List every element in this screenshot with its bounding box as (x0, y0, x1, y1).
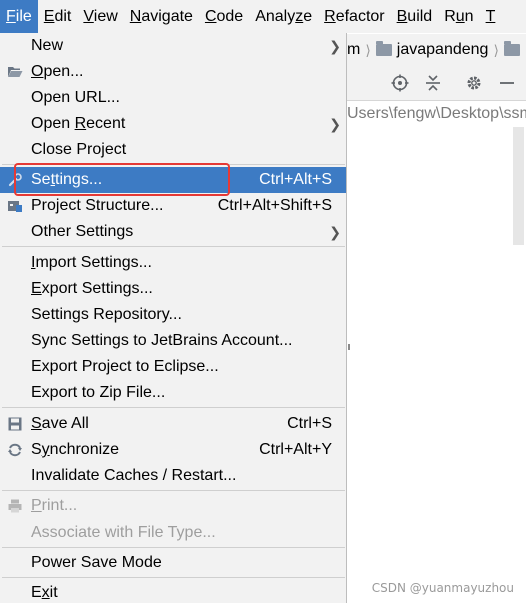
menu-item-export-eclipse[interactable]: Export Project to Eclipse... (0, 354, 346, 380)
project-toolbar (347, 66, 526, 101)
menu-item-export-settings[interactable]: Export Settings... (0, 276, 346, 302)
project-structure-icon (8, 201, 22, 212)
menu-item-open[interactable]: Open... (0, 59, 346, 85)
menu-file[interactable]: File (0, 0, 38, 33)
menu-item-power-save-mode[interactable]: Power Save Mode (0, 550, 346, 576)
menu-item-export-zip[interactable]: Export to Zip File... (0, 380, 346, 406)
watermark: CSDN @yuanmayuzhou (371, 581, 514, 595)
scrollbar[interactable] (513, 127, 524, 245)
menu-item-exit[interactable]: Exit (0, 580, 346, 606)
menu-item-settings-repository[interactable]: Settings Repository... (0, 302, 346, 328)
breadcrumb-item-project[interactable]: javapandeng (397, 41, 489, 59)
menu-separator (2, 407, 345, 408)
menu-item-project-structure[interactable]: Project Structure... Ctrl+Alt+Shift+S (0, 193, 346, 219)
folder-icon (503, 41, 520, 56)
menu-run[interactable]: Run (438, 0, 479, 33)
menu-view[interactable]: View (77, 0, 123, 33)
menu-item-other-settings[interactable]: Other Settings ❯ (0, 219, 346, 245)
menu-item-print[interactable]: Print... (0, 493, 346, 519)
menu-item-open-url[interactable]: Open URL... (0, 85, 346, 111)
locate-icon[interactable] (391, 74, 409, 92)
menu-tools-partial[interactable]: T (480, 0, 502, 33)
menu-separator (2, 246, 345, 247)
gear-icon[interactable] (465, 74, 483, 92)
menu-item-invalidate-caches[interactable]: Invalidate Caches / Restart... (0, 463, 346, 489)
chevron-right-icon: ❯ (329, 116, 341, 132)
collapse-all-icon[interactable] (424, 74, 442, 92)
save-icon (8, 417, 22, 431)
menu-item-import-settings[interactable]: Import Settings... (0, 250, 346, 276)
menu-item-synchronize[interactable]: Synchronize Ctrl+Alt+Y (0, 437, 346, 463)
menu-item-open-recent[interactable]: Open Recent ❯ (0, 111, 346, 137)
chevron-right-icon: ❯ (329, 224, 341, 240)
menu-item-new[interactable]: New ❯ (0, 33, 346, 59)
menu-separator (2, 577, 345, 578)
menu-edit[interactable]: Edit (38, 0, 78, 33)
menu-item-save-all[interactable]: Save All Ctrl+S (0, 411, 346, 437)
menu-item-settings[interactable]: Settings... Ctrl+Alt+S (0, 167, 346, 193)
menu-item-sync-settings[interactable]: Sync Settings to JetBrains Account... (0, 328, 346, 354)
menu-build[interactable]: Build (391, 0, 439, 33)
wrench-icon (8, 173, 22, 187)
folder-icon (375, 41, 392, 56)
menu-separator (2, 164, 345, 165)
file-menu-dropdown: New ❯ Open... Open URL... Open Recent ❯ … (0, 33, 347, 603)
project-path: Users\fengw\Desktop\ssm (347, 105, 526, 122)
menu-item-associate-file-type[interactable]: Associate with File Type... (0, 520, 346, 546)
menu-code[interactable]: Code (199, 0, 249, 33)
chevron-right-icon: ⟩ (365, 41, 371, 58)
menu-item-close-project[interactable]: Close Project (0, 137, 346, 163)
menu-bar: File Edit View Navigate Code Analyze Ref… (0, 0, 526, 33)
printer-icon (8, 499, 22, 513)
menu-analyze[interactable]: Analyze (249, 0, 318, 33)
breadcrumb: m ⟩ javapandeng ⟩ (347, 34, 526, 66)
chevron-right-icon: ❯ (329, 38, 341, 54)
breadcrumb-item-module[interactable]: m (347, 41, 360, 59)
minimize-icon[interactable] (498, 74, 516, 92)
gutter-mark (348, 344, 350, 350)
menu-refactor[interactable]: Refactor (318, 0, 390, 33)
refresh-icon (8, 443, 22, 457)
folder-open-icon (8, 67, 23, 77)
menu-separator (2, 547, 345, 548)
menu-navigate[interactable]: Navigate (124, 0, 199, 33)
menu-separator (2, 490, 345, 491)
chevron-right-icon: ⟩ (493, 41, 499, 58)
